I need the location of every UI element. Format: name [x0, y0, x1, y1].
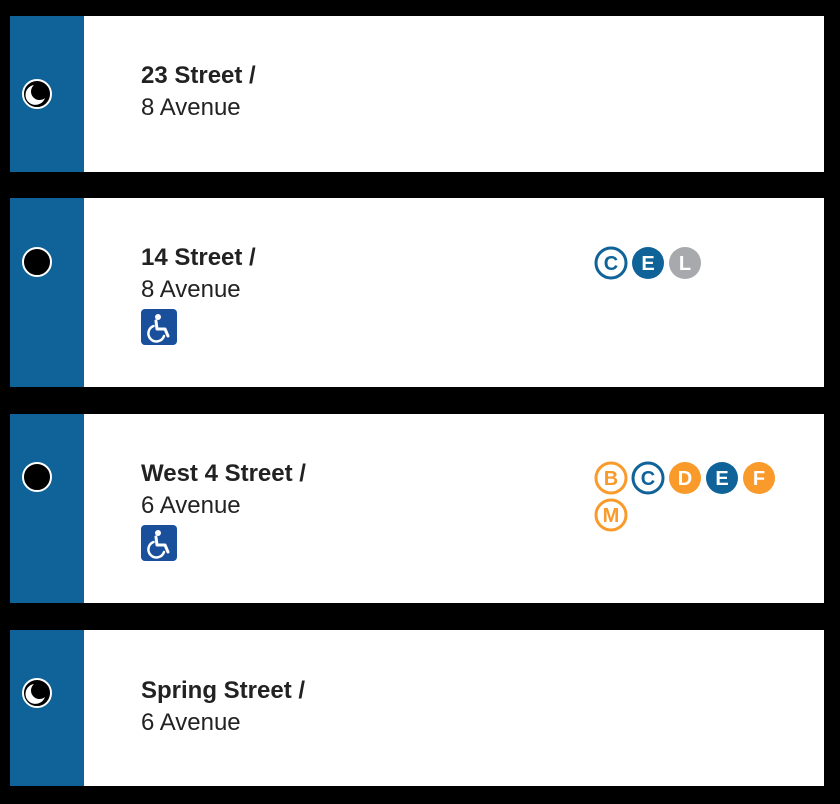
- route-b-bullet[interactable]: B: [594, 461, 628, 495]
- svg-text:M: M: [603, 505, 620, 527]
- part-time-stop-icon: [22, 678, 52, 708]
- station-card[interactable]: 14 Street / 8 Avenue C E L: [10, 198, 824, 387]
- route-bullets: B C D E F M: [594, 461, 794, 535]
- route-e-bullet[interactable]: E: [631, 246, 665, 280]
- route-c-bullet[interactable]: C: [594, 246, 628, 280]
- station-name[interactable]: 14 Street /: [141, 242, 256, 274]
- station-name[interactable]: 23 Street /: [141, 60, 256, 92]
- route-m-bullet[interactable]: M: [594, 498, 628, 532]
- line-rail: [10, 198, 84, 387]
- route-d-bullet[interactable]: D: [668, 461, 702, 495]
- cross-street: 6 Avenue: [141, 709, 241, 736]
- svg-text:E: E: [641, 253, 654, 275]
- line-rail: [10, 630, 84, 786]
- full-time-stop-icon: [22, 247, 52, 277]
- route-l-bullet[interactable]: L: [668, 246, 702, 280]
- svg-text:B: B: [604, 468, 618, 490]
- route-f-bullet[interactable]: F: [742, 461, 776, 495]
- cross-street: 6 Avenue: [141, 492, 241, 519]
- svg-text:C: C: [604, 253, 618, 275]
- part-time-stop-icon: [22, 79, 52, 109]
- svg-text:E: E: [715, 468, 728, 490]
- svg-text:F: F: [753, 468, 765, 490]
- station-card[interactable]: Spring Street / 6 Avenue: [10, 630, 824, 786]
- station-name[interactable]: West 4 Street /: [141, 458, 306, 490]
- wheelchair-accessible-icon: [141, 309, 177, 345]
- station-name[interactable]: Spring Street /: [141, 675, 305, 707]
- svg-text:L: L: [679, 253, 691, 275]
- line-rail: [10, 414, 84, 603]
- cross-street: 8 Avenue: [141, 276, 241, 303]
- svg-text:D: D: [678, 468, 692, 490]
- route-bullets: C E L: [594, 246, 794, 283]
- svg-text:C: C: [641, 468, 655, 490]
- route-c-bullet[interactable]: C: [631, 461, 665, 495]
- station-card[interactable]: West 4 Street / 6 Avenue B C D E F M: [10, 414, 824, 603]
- full-time-stop-icon: [22, 462, 52, 492]
- cross-street: 8 Avenue: [141, 94, 241, 121]
- wheelchair-accessible-icon: [141, 525, 177, 561]
- route-e-bullet[interactable]: E: [705, 461, 739, 495]
- station-card[interactable]: 23 Street / 8 Avenue: [10, 16, 824, 172]
